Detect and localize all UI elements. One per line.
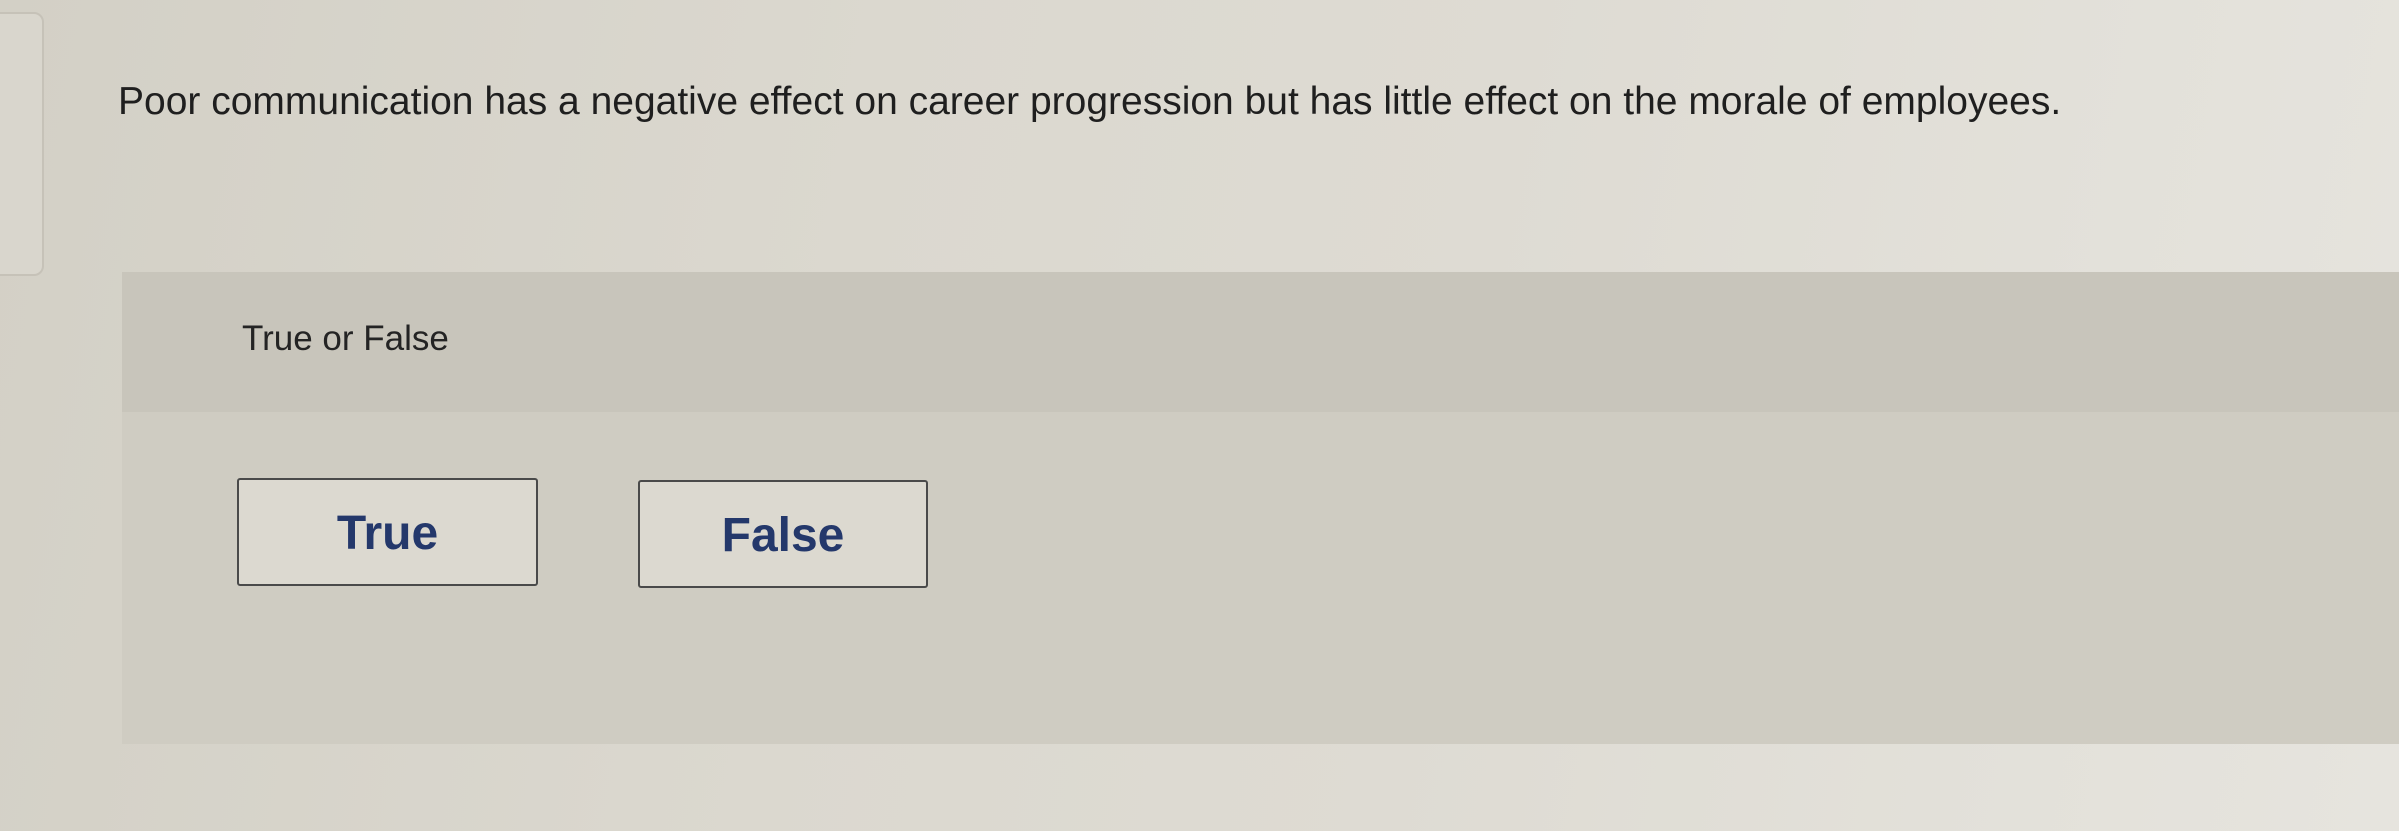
quiz-page: { "question": { "text": "Poor communicat… xyxy=(0,0,2399,831)
question-type-label: True or False xyxy=(242,319,449,358)
false-button[interactable]: False xyxy=(638,480,928,588)
true-button[interactable]: True xyxy=(237,478,538,586)
question-text: Poor communication has a negative effect… xyxy=(118,80,2062,123)
answer-panel: True or False True False xyxy=(122,272,2399,744)
answer-panel-header: True or False xyxy=(122,272,2399,412)
side-panel-tab xyxy=(0,12,44,276)
